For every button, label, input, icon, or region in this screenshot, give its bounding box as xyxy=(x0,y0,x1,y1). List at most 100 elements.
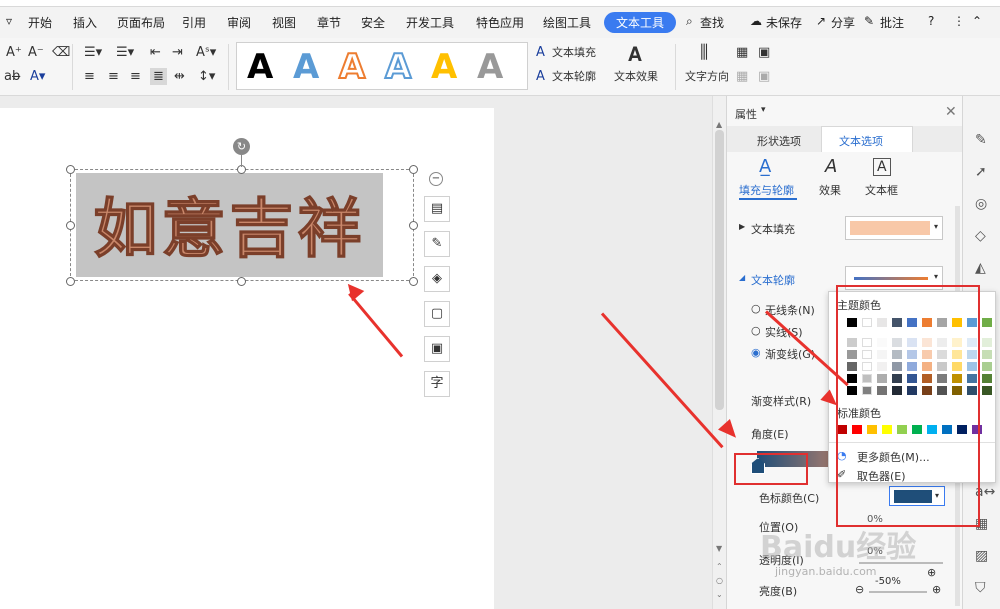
scroll-up-icon[interactable]: ▲ xyxy=(716,120,722,129)
text-wrap-icon[interactable]: ▣ xyxy=(424,336,450,362)
menu-collapse-icon[interactable]: ▿ xyxy=(6,14,12,28)
tab-page-layout[interactable]: 页面布局 xyxy=(117,14,165,31)
scroll-thumb[interactable] xyxy=(715,130,724,410)
vertical-scrollbar[interactable]: ▲ ▼ ⌃ ○ ⌄ xyxy=(712,96,726,609)
panel-title[interactable]: 属性 xyxy=(735,106,757,122)
image-icon[interactable]: ▨ xyxy=(975,548,988,564)
text-outline-button[interactable]: 文本轮廓 xyxy=(552,71,596,82)
rotate-handle-icon[interactable]: ↻ xyxy=(233,138,250,155)
resize-handle-w[interactable] xyxy=(66,221,75,230)
close-icon[interactable]: ✕ xyxy=(945,104,957,120)
fill-outline-icon[interactable]: A̲ xyxy=(759,156,771,177)
transparency-plus-icon[interactable]: ⊕ xyxy=(927,566,936,579)
style-brush-icon[interactable]: ✎ xyxy=(424,231,450,257)
pen-icon[interactable]: ✎ xyxy=(975,132,987,148)
style-blue-outline[interactable]: A xyxy=(384,46,412,88)
textbox-icon-panel[interactable]: A xyxy=(873,158,891,176)
strikethrough-icon[interactable]: ab̶ xyxy=(4,70,20,83)
text-direction-button[interactable]: 文字方向 xyxy=(685,71,729,82)
search-icon[interactable]: ⌕ xyxy=(686,14,693,29)
align-left-icon[interactable]: ≡ xyxy=(84,70,95,83)
scroll-down-icon[interactable]: ▼ xyxy=(716,544,722,553)
line-spacing-icon[interactable]: ↕▾ xyxy=(198,70,215,83)
brightness-slider[interactable] xyxy=(869,591,927,593)
break-link-icon[interactable]: ▣ xyxy=(758,70,770,83)
subtab-effect[interactable]: 效果 xyxy=(819,182,841,198)
resize-handle-ne[interactable] xyxy=(409,165,418,174)
tab-insert[interactable]: 插入 xyxy=(73,14,97,31)
text-outline-icon[interactable]: A xyxy=(536,70,545,83)
tab-security[interactable]: 安全 xyxy=(361,14,385,31)
eraser-icon[interactable]: ⌫ xyxy=(52,46,70,59)
shapes-icon[interactable]: ◇ xyxy=(975,228,986,244)
tab-home[interactable]: 开始 xyxy=(28,14,52,31)
decrease-indent-icon[interactable]: ⇤ xyxy=(150,46,161,59)
tab-text-tools[interactable]: 文本工具 xyxy=(604,12,677,33)
tab-references[interactable]: 引用 xyxy=(182,14,206,31)
text-effect-icon[interactable]: 𝐀 xyxy=(628,44,642,64)
text-fill-dropdown[interactable]: ▾ xyxy=(845,216,943,240)
annotate-button[interactable]: 批注 xyxy=(880,14,904,31)
outline-icon[interactable]: ▢ xyxy=(424,301,450,327)
tab-developer[interactable]: 开发工具 xyxy=(406,14,454,31)
resize-handle-e[interactable] xyxy=(409,221,418,230)
tab-special[interactable]: 特色应用 xyxy=(476,14,524,31)
search-label[interactable]: 查找 xyxy=(700,14,724,31)
bullets-icon[interactable]: ☰▾ xyxy=(84,46,102,59)
tab-shape-options[interactable]: 形状选项 xyxy=(757,133,801,149)
unsaved-status[interactable]: 未保存 xyxy=(766,14,802,31)
theme-swatch[interactable] xyxy=(982,338,992,347)
theme-swatch[interactable] xyxy=(982,318,992,327)
increase-indent-icon[interactable]: ⇥ xyxy=(172,46,183,59)
align-center-icon[interactable]: ≡ xyxy=(108,70,119,83)
text-direction-icon[interactable]: ⫼ xyxy=(700,44,708,62)
textbox-align-icon[interactable]: ▦ xyxy=(736,46,748,59)
style-black[interactable]: A xyxy=(247,47,273,87)
location-icon[interactable]: ◎ xyxy=(975,196,987,212)
resize-handle-se[interactable] xyxy=(409,277,418,286)
align-right-icon[interactable]: ≡ xyxy=(130,70,141,83)
resize-handle-sw[interactable] xyxy=(66,277,75,286)
radio-no-line[interactable]: ○ xyxy=(751,302,761,315)
resize-handle-nw[interactable] xyxy=(66,165,75,174)
brightness-minus-icon[interactable]: ⊖ xyxy=(855,583,864,596)
numbering-icon[interactable]: ☰▾ xyxy=(116,46,134,59)
theme-swatch[interactable] xyxy=(982,374,992,383)
tab-chapter[interactable]: 章节 xyxy=(317,14,341,31)
text-size-icon[interactable]: Aˢ▾ xyxy=(196,46,216,59)
distribute-icon[interactable]: ⇹ xyxy=(174,70,185,83)
radio-gradient-line[interactable]: ◉ xyxy=(751,346,761,359)
wordart-style-gallery[interactable]: A A A A A A xyxy=(236,42,528,90)
theme-swatch[interactable] xyxy=(982,386,992,395)
tab-text-options[interactable]: 文本选项 xyxy=(839,133,883,149)
style-blue[interactable]: A xyxy=(293,47,319,87)
style-gray[interactable]: A xyxy=(477,47,503,87)
shield-icon[interactable]: ⛉ xyxy=(975,580,986,596)
wordart-icon[interactable]: ◭ xyxy=(975,260,986,276)
share-button[interactable]: 分享 xyxy=(831,14,855,31)
brightness-value[interactable]: -50% xyxy=(875,576,901,587)
effect-icon[interactable]: A xyxy=(825,156,837,177)
cursor-icon[interactable]: ➚ xyxy=(975,164,987,180)
collapse-outline-icon[interactable]: ◢ xyxy=(739,273,745,282)
font-color-icon[interactable]: A▾ xyxy=(30,70,45,83)
next-page-icon[interactable]: ⌄ xyxy=(716,590,723,599)
tab-review[interactable]: 审阅 xyxy=(227,14,251,31)
link-textbox-icon[interactable]: ▦ xyxy=(736,70,748,83)
style-orange-outline[interactable]: A xyxy=(338,46,366,88)
brightness-plus-icon[interactable]: ⊕ xyxy=(932,583,941,596)
expand-fill-icon[interactable]: ▶ xyxy=(739,222,745,231)
theme-swatch[interactable] xyxy=(982,362,992,371)
subtab-textbox[interactable]: 文本框 xyxy=(865,182,898,198)
tab-view[interactable]: 视图 xyxy=(272,14,296,31)
character-icon[interactable]: 字 xyxy=(424,371,450,397)
more-icon[interactable]: ⋮ xyxy=(953,14,965,28)
text-effect-button[interactable]: 文本效果 xyxy=(614,71,658,82)
prev-page-icon[interactable]: ⌃ xyxy=(716,562,723,571)
textbox-icon[interactable]: ▣ xyxy=(758,46,770,59)
theme-swatch[interactable] xyxy=(982,350,992,359)
collapse-ribbon-icon[interactable]: ⌃ xyxy=(972,14,982,28)
layout-options-icon[interactable]: ▤ xyxy=(424,196,450,222)
select-browse-icon[interactable]: ○ xyxy=(716,576,723,585)
text-fill-icon[interactable]: A xyxy=(536,46,545,59)
